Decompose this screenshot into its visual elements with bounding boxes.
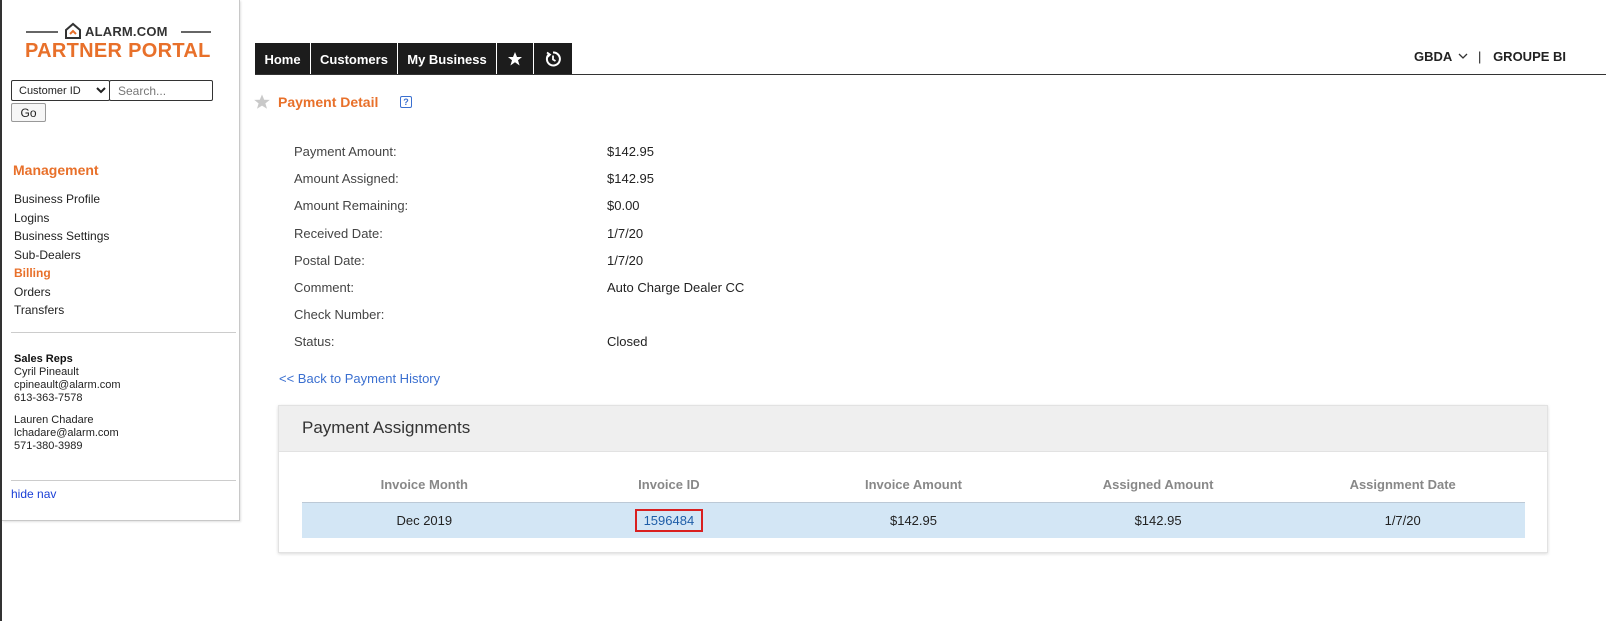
help-icon[interactable]: ? — [400, 96, 412, 108]
detail-label: Status: — [294, 334, 335, 350]
logo-brand-text: ALARM.COM — [85, 24, 168, 39]
sidebar: ALARM.COM PARTNER PORTAL Customer ID Go … — [2, 0, 240, 521]
detail-value: Auto Charge Dealer CC — [607, 279, 745, 295]
detail-label: Postal Date: — [294, 252, 365, 268]
detail-label: Amount Remaining: — [294, 198, 409, 214]
rep-phone: 571-380-3989 — [14, 439, 83, 452]
detail-value: 1/7/20 — [607, 252, 644, 268]
logo-top-row: ALARM.COM — [24, 22, 214, 40]
hide-nav-link[interactable]: hide nav — [11, 487, 56, 501]
rep-name: Cyril Pineault — [14, 366, 79, 378]
page-title: Payment Detail — [278, 94, 379, 110]
management-heading: Management — [13, 162, 99, 178]
company-name[interactable]: GROUPE BI — [1493, 49, 1566, 64]
rep-email: lchadare@alarm.com — [14, 426, 119, 439]
account-separator: | — [1478, 49, 1482, 64]
sidebar-item-transfers[interactable]: Transfers — [14, 302, 109, 321]
management-nav: Business Profile Logins Business Setting… — [14, 191, 109, 321]
tab-customers[interactable]: Customers — [311, 43, 398, 75]
sidebar-item-orders[interactable]: Orders — [14, 284, 109, 303]
favorite-star-icon[interactable] — [253, 93, 271, 111]
invoice-amount-cell: $142.95 — [889, 513, 937, 528]
history-icon — [545, 51, 561, 67]
sidebar-divider — [11, 332, 236, 333]
partner-portal-logo[interactable]: ALARM.COM PARTNER PORTAL — [24, 20, 214, 64]
column-header: Invoice ID — [638, 477, 700, 492]
detail-value: $142.95 — [607, 171, 654, 187]
sales-rep-card: Cyril Pineault cpineault@alarm.com 613-3… — [14, 366, 121, 404]
top-nav-underline — [255, 74, 1606, 75]
table-row: Dec 2019 1596484 $142.95 $142.95 1/7/20 — [302, 503, 1525, 538]
detail-value: $0.00 — [607, 198, 640, 214]
assignments-table: Invoice Month Invoice ID Invoice Amount … — [302, 466, 1525, 538]
detail-value: $142.95 — [607, 144, 654, 159]
sidebar-item-sub-dealers[interactable]: Sub-Dealers — [14, 247, 109, 266]
account-area: GBDA | GROUPE BI — [1414, 49, 1606, 64]
invoice-id-cell: 1596484 — [547, 503, 792, 538]
column-header: Assigned Amount — [1102, 477, 1214, 492]
chevron-down-icon — [1458, 53, 1468, 59]
detail-label: Comment: — [294, 279, 354, 295]
sales-rep-card: Lauren Chadare lchadare@alarm.com 571-38… — [14, 414, 119, 452]
payment-assignments-panel: Payment Assignments Invoice Month Invoic… — [278, 405, 1548, 553]
panel-title: Payment Assignments — [279, 406, 1547, 452]
column-header: Assignment Date — [1349, 477, 1456, 492]
sales-reps-heading: Sales Reps — [14, 353, 73, 365]
sidebar-item-business-settings[interactable]: Business Settings — [14, 228, 109, 247]
invoice-id-link[interactable]: 1596484 — [634, 509, 704, 532]
alarm-logo-icon — [65, 22, 81, 39]
detail-value: Closed — [607, 334, 648, 350]
rep-email: cpineault@alarm.com — [14, 378, 121, 391]
invoice-month-cell: Dec 2019 — [396, 513, 453, 528]
tab-my-business[interactable]: My Business — [398, 43, 497, 75]
detail-label: Received Date: — [294, 225, 383, 241]
detail-label: Payment Amount: — [294, 144, 397, 159]
tab-home[interactable]: Home — [255, 43, 311, 75]
star-icon — [508, 52, 522, 66]
sidebar-item-business-profile[interactable]: Business Profile — [14, 191, 109, 210]
table-header: Invoice Month Invoice ID Invoice Amount … — [302, 466, 1525, 503]
column-header: Invoice Amount — [864, 477, 962, 492]
detail-label: Check Number: — [294, 307, 385, 323]
rep-phone: 613-363-7578 — [14, 391, 83, 404]
history-tab[interactable] — [534, 43, 573, 75]
sidebar-divider — [11, 480, 236, 481]
account-dropdown[interactable]: GBDA — [1414, 49, 1472, 64]
detail-label: Amount Assigned: — [294, 171, 399, 187]
rep-name: Lauren Chadare — [14, 414, 94, 426]
assignment-date-cell: 1/7/20 — [1384, 513, 1421, 528]
detail-value: 1/7/20 — [607, 225, 644, 241]
go-button[interactable]: Go — [11, 103, 46, 122]
account-name: GBDA — [1414, 49, 1452, 64]
column-header: Invoice Month — [380, 477, 468, 492]
sidebar-item-logins[interactable]: Logins — [14, 210, 109, 229]
assigned-amount-cell: $142.95 — [1134, 513, 1182, 528]
logo-portal-title: PARTNER PORTAL — [25, 40, 211, 62]
back-to-payment-history-link[interactable]: << Back to Payment History — [279, 371, 440, 386]
search-input[interactable] — [109, 80, 213, 101]
search-type-select[interactable]: Customer ID — [11, 80, 110, 101]
sidebar-item-billing[interactable]: Billing — [14, 265, 109, 284]
favorites-tab[interactable] — [497, 43, 534, 75]
top-nav: Home Customers My Business — [255, 43, 573, 75]
